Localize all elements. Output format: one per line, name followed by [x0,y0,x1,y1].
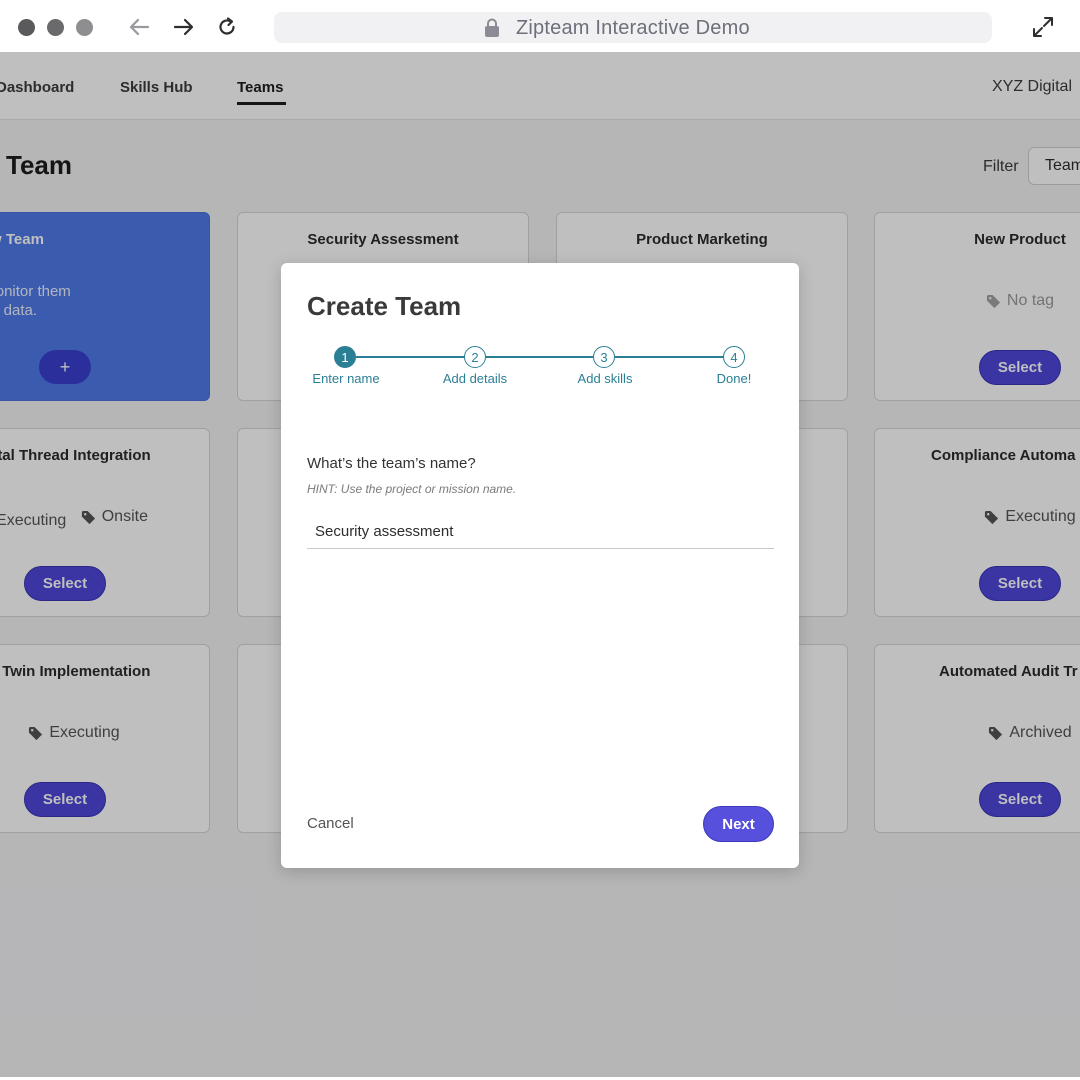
browser-toolbar: Zipteam Interactive Demo [0,0,1080,52]
create-team-dialog: Create Team 1 2 3 4 Enter name Add detai… [281,263,799,868]
address-bar[interactable]: Zipteam Interactive Demo [274,12,992,43]
cancel-button[interactable]: Cancel [307,815,354,832]
forward-arrow-icon[interactable] [170,14,196,40]
step-2-label: Add details [442,371,508,386]
step-2-indicator: 2 [464,346,486,368]
page-title-url: Zipteam Interactive Demo [516,17,750,39]
window-maximize-dot[interactable] [76,19,93,36]
reload-icon[interactable] [214,14,240,40]
step-4-label: Done! [716,371,752,386]
team-name-label: What’s the team’s name? [307,455,476,472]
window-minimize-dot[interactable] [47,19,64,36]
window-close-dot[interactable] [18,19,35,36]
back-arrow-icon[interactable] [127,14,153,40]
step-1-label: Enter name [312,371,380,386]
expand-icon[interactable] [1030,14,1056,40]
step-3-indicator: 3 [593,346,615,368]
stepper-track [356,356,734,358]
next-button[interactable]: Next [703,806,774,842]
team-name-input[interactable] [307,515,774,549]
step-4-indicator: 4 [723,346,745,368]
progress-stepper: 1 2 3 4 Enter name Add details Add skill… [281,343,799,393]
step-3-label: Add skills [577,371,633,386]
step-1-indicator: 1 [334,346,356,368]
lock-icon [485,18,499,37]
dialog-title: Create Team [307,291,462,321]
hint-text: HINT: Use the project or mission name. [307,482,517,496]
